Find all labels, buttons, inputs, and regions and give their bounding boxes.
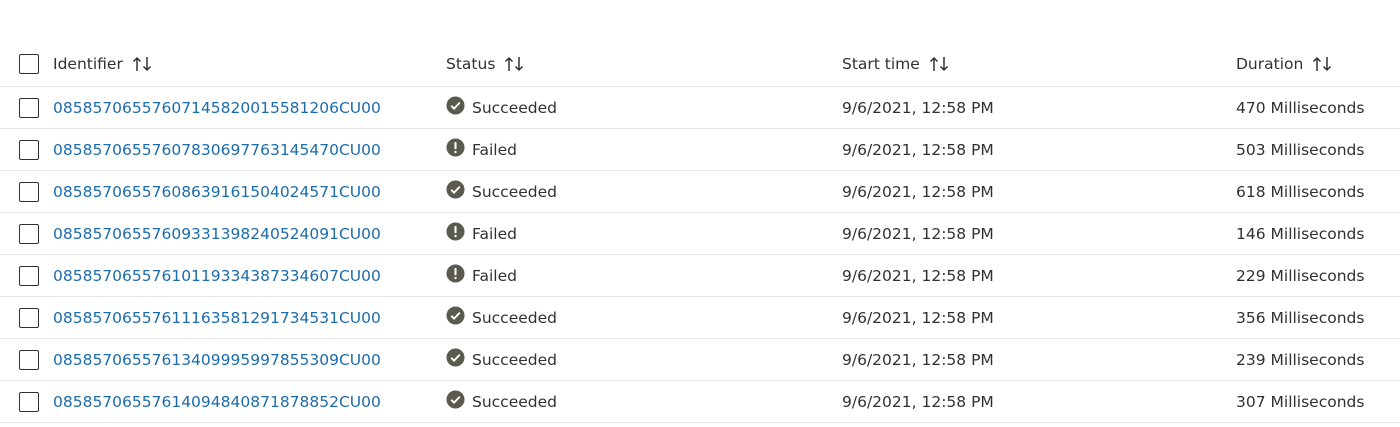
duration-cell: 503 Milliseconds	[1236, 140, 1365, 159]
status-cell: Succeeded	[446, 339, 557, 380]
start-time-cell: 9/6/2021, 12:58 PM	[842, 266, 994, 285]
column-header-identifier-label: Identifier	[53, 55, 123, 73]
run-id-cell: 08585706557614094840871878852CU00	[53, 381, 381, 422]
status-cell: Succeeded	[446, 87, 557, 128]
run-id-cell: 08585706557610119334387334607CU00	[53, 255, 381, 296]
column-header-duration[interactable]: Duration	[1236, 42, 1334, 86]
duration-cell: 307 Milliseconds	[1236, 392, 1365, 411]
run-id-link[interactable]: 08585706557613409995997855309CU00	[53, 351, 381, 369]
select-all-checkbox[interactable]	[19, 54, 39, 74]
row-select-cell	[19, 129, 43, 170]
status-cell: Succeeded	[446, 381, 557, 422]
exclamation-circle-icon	[446, 138, 465, 157]
check-circle-icon	[446, 180, 465, 199]
check-circle-icon	[446, 390, 465, 409]
start-time-cell: 9/6/2021, 12:58 PM	[842, 308, 994, 327]
start-time-cell: 9/6/2021, 12:58 PM	[842, 182, 994, 201]
status-text: Failed	[472, 224, 517, 243]
status-text: Succeeded	[472, 182, 557, 201]
table-row[interactable]: 08585706557613409995997855309CU00 Succee…	[0, 339, 1400, 381]
table-row[interactable]: 08585706557614094840871878852CU00 Succee…	[0, 381, 1400, 423]
row-checkbox[interactable]	[19, 223, 39, 244]
row-checkbox[interactable]	[19, 97, 39, 118]
duration-cell: 356 Milliseconds	[1236, 308, 1365, 327]
check-circle-icon	[446, 348, 465, 367]
table-row[interactable]: 08585706557608639161504024571CU00 Succee…	[0, 171, 1400, 213]
row-checkbox[interactable]	[19, 181, 39, 202]
status-cell: Failed	[446, 255, 517, 296]
status-cell: Failed	[446, 129, 517, 170]
exclamation-circle-icon	[446, 222, 465, 241]
start-time-cell: 9/6/2021, 12:58 PM	[842, 98, 994, 117]
duration-cell: 239 Milliseconds	[1236, 350, 1365, 369]
row-select-cell	[19, 255, 43, 296]
start-time-cell: 9/6/2021, 12:58 PM	[842, 140, 994, 159]
exclamation-circle-icon	[446, 264, 465, 283]
run-id-link[interactable]: 08585706557607145820015581206CU00	[53, 99, 381, 117]
row-select-cell	[19, 339, 43, 380]
row-checkbox[interactable]	[19, 139, 39, 160]
row-checkbox[interactable]	[19, 391, 39, 412]
run-id-link[interactable]: 08585706557611163581291734531CU00	[53, 309, 381, 327]
table-header: Identifier Status Start time Duration	[0, 42, 1400, 87]
row-select-cell	[19, 171, 43, 212]
status-text: Succeeded	[472, 98, 557, 117]
table-row[interactable]: 08585706557609331398240524091CU00 Failed…	[0, 213, 1400, 255]
sort-icon[interactable]	[1312, 55, 1334, 73]
column-header-duration-label: Duration	[1236, 55, 1304, 73]
run-id-link[interactable]: 08585706557609331398240524091CU00	[53, 225, 381, 243]
run-id-cell: 08585706557608639161504024571CU00	[53, 171, 381, 212]
table-row[interactable]: 08585706557610119334387334607CU00 Failed…	[0, 255, 1400, 297]
run-id-cell: 08585706557613409995997855309CU00	[53, 339, 381, 380]
sort-icon[interactable]	[132, 55, 154, 73]
start-time-cell: 9/6/2021, 12:58 PM	[842, 392, 994, 411]
status-text: Succeeded	[472, 308, 557, 327]
column-header-start-time[interactable]: Start time	[842, 42, 951, 86]
check-circle-icon	[446, 306, 465, 325]
duration-cell: 470 Milliseconds	[1236, 98, 1365, 117]
row-select-cell	[19, 381, 43, 422]
column-header-identifier[interactable]: Identifier	[53, 42, 154, 86]
column-header-status[interactable]: Status	[446, 42, 526, 86]
run-id-link[interactable]: 08585706557614094840871878852CU00	[53, 393, 381, 411]
check-circle-icon	[446, 96, 465, 115]
column-header-status-label: Status	[446, 55, 496, 73]
sort-icon[interactable]	[929, 55, 951, 73]
start-time-cell: 9/6/2021, 12:58 PM	[842, 224, 994, 243]
duration-cell: 618 Milliseconds	[1236, 182, 1365, 201]
status-text: Failed	[472, 266, 517, 285]
runs-history-table: Identifier Status Start time Duration 08…	[0, 0, 1400, 427]
run-id-cell: 08585706557611163581291734531CU00	[53, 297, 381, 338]
table-row[interactable]: 08585706557607830697763145470CU00 Failed…	[0, 129, 1400, 171]
sort-icon[interactable]	[504, 55, 526, 73]
status-cell: Succeeded	[446, 171, 557, 212]
run-id-cell: 08585706557607145820015581206CU00	[53, 87, 381, 128]
status-cell: Succeeded	[446, 297, 557, 338]
row-checkbox[interactable]	[19, 307, 39, 328]
run-id-link[interactable]: 08585706557610119334387334607CU00	[53, 267, 381, 285]
column-header-start-time-label: Start time	[842, 55, 920, 73]
row-select-cell	[19, 87, 43, 128]
duration-cell: 229 Milliseconds	[1236, 266, 1365, 285]
run-id-link[interactable]: 08585706557608639161504024571CU00	[53, 183, 381, 201]
duration-cell: 146 Milliseconds	[1236, 224, 1365, 243]
row-select-cell	[19, 213, 43, 254]
run-id-cell: 08585706557607830697763145470CU00	[53, 129, 381, 170]
status-text: Failed	[472, 140, 517, 159]
table-row[interactable]: 08585706557607145820015581206CU00 Succee…	[0, 87, 1400, 129]
start-time-cell: 9/6/2021, 12:58 PM	[842, 350, 994, 369]
run-id-cell: 08585706557609331398240524091CU00	[53, 213, 381, 254]
run-id-link[interactable]: 08585706557607830697763145470CU00	[53, 141, 381, 159]
select-all-cell	[19, 42, 43, 86]
table-row[interactable]: 08585706557611163581291734531CU00 Succee…	[0, 297, 1400, 339]
status-text: Succeeded	[472, 392, 557, 411]
status-cell: Failed	[446, 213, 517, 254]
status-text: Succeeded	[472, 350, 557, 369]
row-checkbox[interactable]	[19, 265, 39, 286]
row-checkbox[interactable]	[19, 349, 39, 370]
row-select-cell	[19, 297, 43, 338]
